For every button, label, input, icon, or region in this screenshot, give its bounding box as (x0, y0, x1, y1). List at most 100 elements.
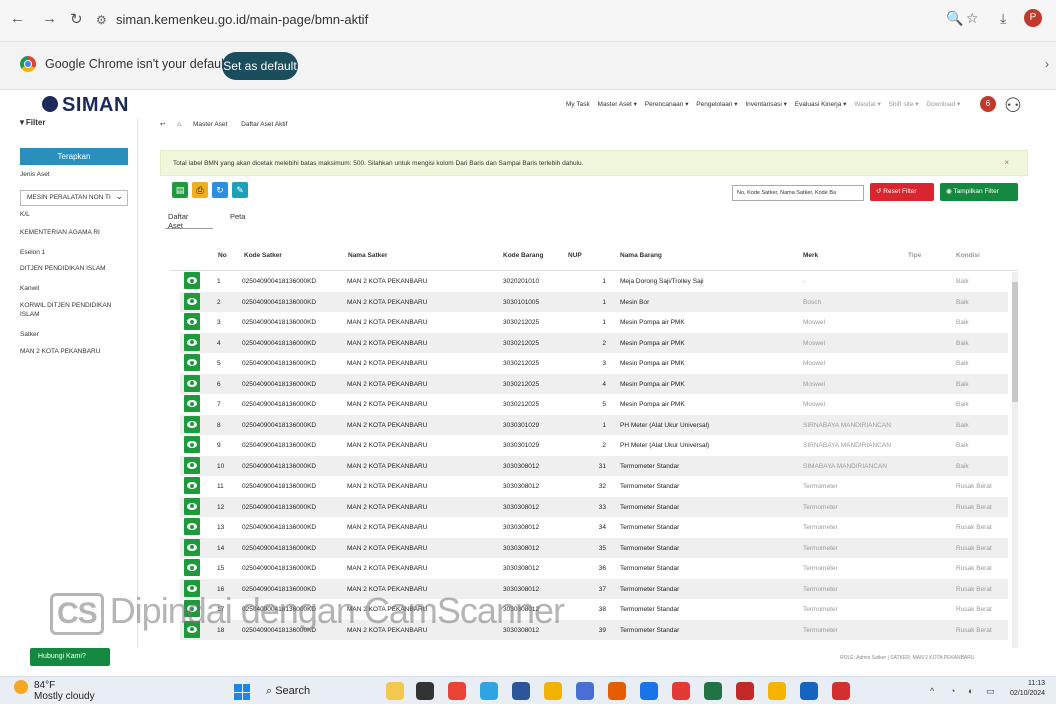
download-icon[interactable]: ⤓ (1000, 10, 1006, 27)
chrome-icon[interactable] (800, 682, 818, 700)
table-row[interactable]: 14 025040900418136000KD MAN 2 KOTA PEKANBA… (180, 537, 1008, 558)
view-detail-eye-icon[interactable] (184, 313, 200, 330)
table-row[interactable]: 9 025040900418136000KD MAN 2 KOTA PEKANBAR… (180, 435, 1008, 456)
header-kode-satker[interactable]: Kode Satker (244, 252, 282, 259)
app-icon[interactable] (416, 682, 434, 700)
header-kondisi[interactable]: Kondisi (956, 252, 980, 259)
tab-peta[interactable]: Peta (230, 212, 245, 221)
header-merk[interactable]: Merk (803, 252, 818, 259)
back-arrow-icon[interactable]: ↩ (160, 121, 165, 128)
view-detail-eye-icon[interactable] (184, 415, 200, 433)
table-row[interactable]: 7 025040900418136000KD MAN 2 KOTA PEKANBAR… (180, 394, 1008, 415)
nav-evaluasi-kinerja[interactable]: Evaluasi Kinerja ▾ (795, 101, 847, 108)
view-detail-eye-icon[interactable] (184, 559, 200, 576)
app-icon[interactable] (672, 682, 690, 700)
table-row[interactable]: 13 025040900418136000KD MAN 2 KOTA PEKANBA… (180, 517, 1008, 538)
close-icon[interactable]: › (1045, 57, 1049, 71)
view-detail-eye-icon[interactable] (184, 395, 200, 412)
scrollbar-thumb[interactable] (1012, 282, 1018, 402)
app-icon[interactable] (736, 682, 754, 700)
apply-filter-button[interactable]: Terapkan (20, 148, 128, 165)
export-excel-button[interactable]: ▤ (172, 182, 188, 198)
windows-start-icon[interactable] (234, 684, 250, 700)
app-icon[interactable] (386, 682, 404, 700)
tray-chevron-icon[interactable]: ^ (930, 686, 934, 696)
table-row[interactable]: 1 025040900418136000KD MAN 2 KOTA PEKANBAR… (180, 271, 1008, 292)
view-detail-eye-icon[interactable] (184, 456, 200, 474)
view-detail-eye-icon[interactable] (184, 374, 200, 392)
bookmark-star-icon[interactable]: ☆ (966, 10, 979, 27)
reset-filter-button[interactable]: ↺ Reset Filter (870, 183, 934, 201)
view-detail-eye-icon[interactable] (184, 436, 200, 453)
refresh-button[interactable]: ↻ (212, 182, 228, 198)
nav-wasdal[interactable]: Wasdal ▾ (854, 101, 881, 108)
word-icon[interactable] (512, 682, 530, 700)
folder-icon[interactable] (544, 682, 562, 700)
table-row[interactable]: 12 025040900418136000KD MAN 2 KOTA PEKANBA… (180, 496, 1008, 517)
header-nama-satker[interactable]: Nama Satker (348, 252, 387, 259)
pdf-icon[interactable] (832, 682, 850, 700)
table-row[interactable]: 15 025040900418136000KD MAN 2 KOTA PEKANBA… (180, 558, 1008, 579)
search-input[interactable]: No, Kode Satker, Nama Satker, Kode Ba (732, 185, 864, 201)
home-icon[interactable]: ⌂ (177, 121, 181, 128)
nav-my-task[interactable]: My Task (566, 101, 590, 108)
header-kode-barang[interactable]: Kode Barang (503, 252, 543, 259)
view-detail-eye-icon[interactable] (184, 292, 200, 310)
site-info-icon[interactable]: ⚙ (96, 8, 110, 32)
header-nama-barang[interactable]: Nama Barang (620, 252, 662, 259)
jenis-aset-select[interactable]: MESIN PERALATAN NON TI (20, 189, 128, 206)
header-no[interactable]: No (218, 252, 227, 259)
siman-logo[interactable]: SIMAN (42, 94, 129, 117)
excel-icon[interactable] (704, 682, 722, 700)
edit-button[interactable]: ✎ (232, 182, 248, 198)
nav-inventarisasi[interactable]: Inventarisasi ▾ (745, 101, 787, 108)
view-detail-eye-icon[interactable] (184, 333, 200, 351)
view-detail-eye-icon[interactable] (184, 354, 200, 371)
set-default-button[interactable]: Set as default (222, 52, 298, 80)
view-detail-eye-icon[interactable] (184, 477, 200, 494)
app-icon[interactable] (640, 682, 658, 700)
battery-icon[interactable]: ▭ (986, 686, 995, 697)
nav-download[interactable]: Download ▾ (926, 101, 960, 108)
wifi-icon[interactable]: ◔ (950, 686, 955, 696)
show-filter-button[interactable]: ◉ Tampilkan Filter (940, 183, 1018, 201)
nav-master-aset[interactable]: Master Aset ▾ (598, 101, 637, 108)
reload-icon[interactable]: ↻ (70, 10, 83, 28)
table-row[interactable]: 8 025040900418136000KD MAN 2 KOTA PEKANBAR… (180, 414, 1008, 435)
back-icon[interactable]: ← (10, 10, 25, 27)
table-row[interactable]: 3 025040900418136000KD MAN 2 KOTA PEKANBAR… (180, 312, 1008, 333)
app-icon[interactable] (480, 682, 498, 700)
table-row[interactable]: 4 025040900418136000KD MAN 2 KOTA PEKANBAR… (180, 332, 1008, 353)
header-nup[interactable]: NUP (568, 252, 582, 259)
address-bar[interactable]: ⚙ siman.kemenkeu.go.id/main-page/bmn-akti… (96, 8, 926, 32)
table-row[interactable]: 6 025040900418136000KD MAN 2 KOTA PEKANBAR… (180, 373, 1008, 394)
notification-badge[interactable]: 6 (980, 96, 996, 112)
app-icon[interactable] (448, 682, 466, 700)
breadcrumb-master-aset[interactable]: Master Aset (193, 121, 227, 128)
app-icon[interactable] (576, 682, 594, 700)
view-detail-eye-icon[interactable] (184, 497, 200, 515)
print-button[interactable]: ⎙ (192, 182, 208, 198)
view-detail-eye-icon[interactable] (184, 272, 200, 289)
forward-icon[interactable]: → (42, 10, 57, 27)
taskbar-search[interactable]: ⌕ Search (258, 680, 338, 702)
user-icon[interactable]: ⚇ (1004, 93, 1022, 118)
app-icon[interactable] (608, 682, 626, 700)
weather-widget[interactable]: 84°F Mostly cloudy (14, 680, 95, 702)
profile-avatar[interactable]: P (1024, 9, 1042, 27)
nav-shift-site[interactable]: Shift site ▾ (889, 101, 919, 108)
view-detail-eye-icon[interactable] (184, 538, 200, 556)
volume-icon[interactable]: ◐ (968, 686, 973, 696)
zoom-icon[interactable]: 🔍 (946, 10, 963, 27)
alert-close-icon[interactable]: × (1004, 158, 1009, 167)
chrome-icon[interactable] (768, 682, 786, 700)
table-row[interactable]: 11 025040900418136000KD MAN 2 KOTA PEKANBA… (180, 476, 1008, 497)
view-detail-eye-icon[interactable] (184, 518, 200, 535)
header-tipe[interactable]: Tipe (908, 252, 921, 259)
table-row[interactable]: 5 025040900418136000KD MAN 2 KOTA PEKANBAR… (180, 353, 1008, 374)
table-row[interactable]: 10 025040900418136000KD MAN 2 KOTA PEKANBA… (180, 455, 1008, 476)
nav-pengelolaan[interactable]: Pengelolaan ▾ (696, 101, 737, 108)
nav-perencanaan[interactable]: Perencanaan ▾ (645, 101, 689, 108)
taskbar-clock[interactable]: 11:13 02/10/2024 (1010, 679, 1045, 699)
help-contact-button[interactable]: Hubungi Kami? (30, 648, 110, 666)
